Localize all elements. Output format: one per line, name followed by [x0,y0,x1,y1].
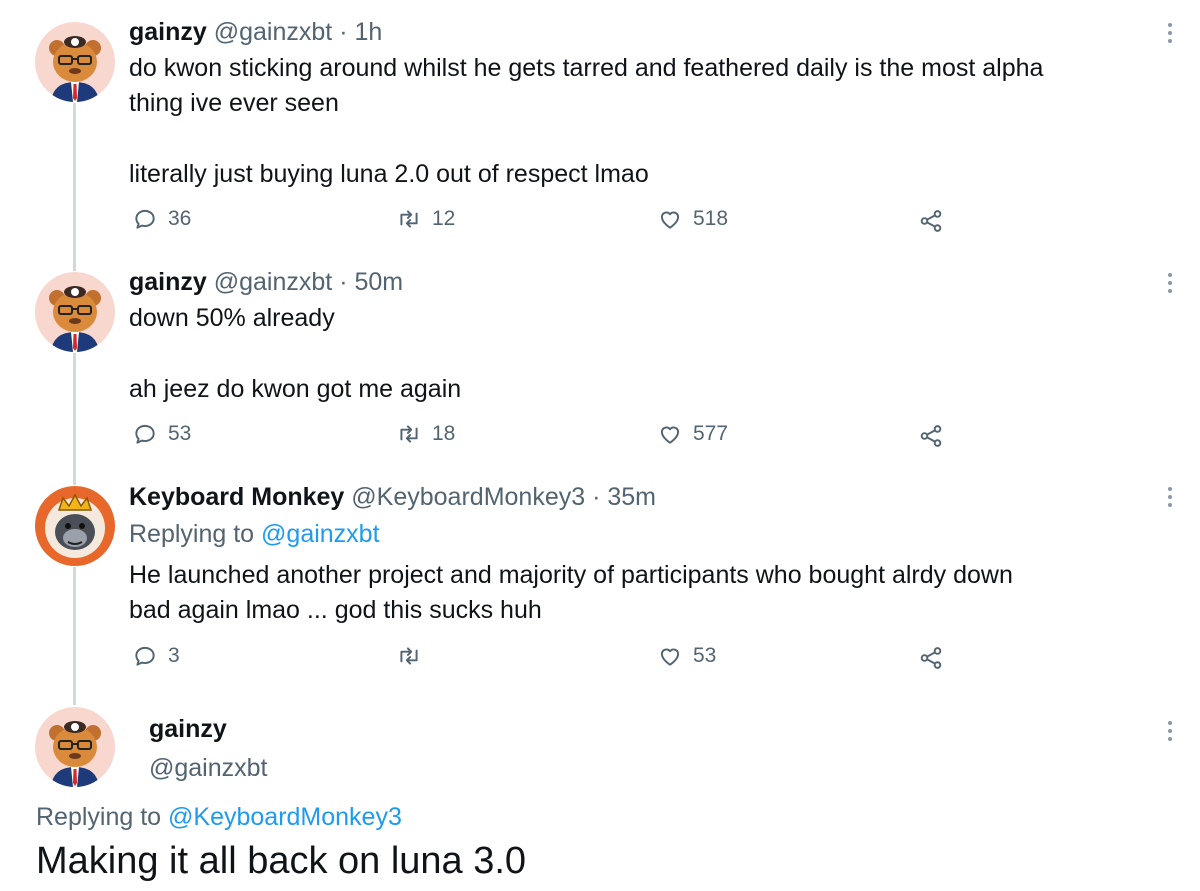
more-options-button[interactable] [1162,484,1178,510]
thread-line [73,353,76,485]
like-count: 518 [693,207,729,230]
share-button[interactable] [918,208,944,234]
tweet-text-line: down 50% already [129,304,335,332]
share-button[interactable] [918,645,944,671]
reply-count: 36 [168,207,192,230]
reply-button[interactable]: 3 [132,643,180,669]
display-name[interactable]: gainzy [129,18,207,46]
tweet-text-line: ah jeez do kwon got me again [129,375,462,403]
more-icon [1168,273,1172,293]
tweet-header: gainzy @gainzxbt · 1h [129,17,382,47]
hamster-avatar-icon [35,707,115,787]
like-count: 53 [693,644,717,667]
display-name[interactable]: gainzy [129,268,207,296]
more-options-button[interactable] [1162,20,1178,46]
retweet-count: 18 [432,422,456,445]
avatar[interactable] [35,486,115,566]
share-icon [920,210,942,232]
retweet-icon [400,425,418,443]
display-name[interactable]: gainzy [149,714,227,744]
avatar[interactable] [35,707,115,787]
reply-count: 3 [168,644,180,667]
thread-line [73,567,76,705]
share-button[interactable] [918,423,944,449]
timestamp[interactable]: · 50m [339,268,403,296]
more-icon [1168,487,1172,507]
more-icon [1168,721,1172,741]
retweet-button[interactable]: 12 [396,206,455,232]
tweet-header: Keyboard Monkey @KeyboardMonkey3 · 35m [129,482,656,512]
main-tweet-text: Making it all back on luna 3.0 [36,840,527,882]
timestamp[interactable]: · 35m [592,483,656,511]
reply-icon [135,209,155,229]
retweet-icon [400,647,418,665]
gorilla-king-avatar-icon [35,486,115,566]
share-icon [920,647,942,669]
tweet-text-line: literally just buying luna 2.0 out of re… [129,160,649,188]
replying-to: Replying to @KeyboardMonkey3 [36,802,402,832]
handle[interactable]: @gainzxbt [214,268,333,296]
more-options-button[interactable] [1162,718,1178,744]
like-icon [660,426,680,444]
replying-to: Replying to @gainzxbt [129,519,380,549]
like-icon [660,648,680,666]
replying-to-label: Replying to [36,803,162,831]
reply-icon [135,424,155,444]
retweet-count: 12 [432,207,456,230]
reply-button[interactable]: 36 [132,206,191,232]
handle[interactable]: @gainzxbt [149,753,268,783]
retweet-icon [400,210,418,228]
replying-to-link[interactable]: @gainzxbt [261,520,380,548]
display-name[interactable]: Keyboard Monkey [129,483,344,511]
reply-count: 53 [168,422,192,445]
handle[interactable]: @gainzxbt [214,18,333,46]
tweet-header: gainzy @gainzxbt · 50m [129,267,403,297]
avatar[interactable] [35,272,115,352]
reply-button[interactable]: 53 [132,421,191,447]
retweet-button[interactable]: 18 [396,421,455,447]
hamster-avatar-icon [35,272,115,352]
handle[interactable]: @KeyboardMonkey3 [351,483,585,511]
tweet-text-line: He launched another project and majority… [129,561,1013,589]
retweet-button[interactable] [396,643,432,669]
tweet-text-line: do kwon sticking around whilst he gets t… [129,54,1044,82]
like-button[interactable]: 577 [657,421,728,447]
hamster-avatar-icon [35,22,115,102]
tweet-text-line: bad again lmao ... god this sucks huh [129,596,542,624]
like-icon [660,211,680,229]
more-options-button[interactable] [1162,270,1178,296]
like-button[interactable]: 53 [657,643,716,669]
avatar[interactable] [35,22,115,102]
thread-line [73,103,76,271]
more-icon [1168,23,1172,43]
timestamp[interactable]: · 1h [339,18,382,46]
replying-to-label: Replying to [129,520,255,548]
tweet-text-line: thing ive ever seen [129,89,339,117]
like-count: 577 [693,422,729,445]
share-icon [920,425,942,447]
like-button[interactable]: 518 [657,206,728,232]
replying-to-link[interactable]: @KeyboardMonkey3 [168,803,402,831]
reply-icon [135,646,155,666]
